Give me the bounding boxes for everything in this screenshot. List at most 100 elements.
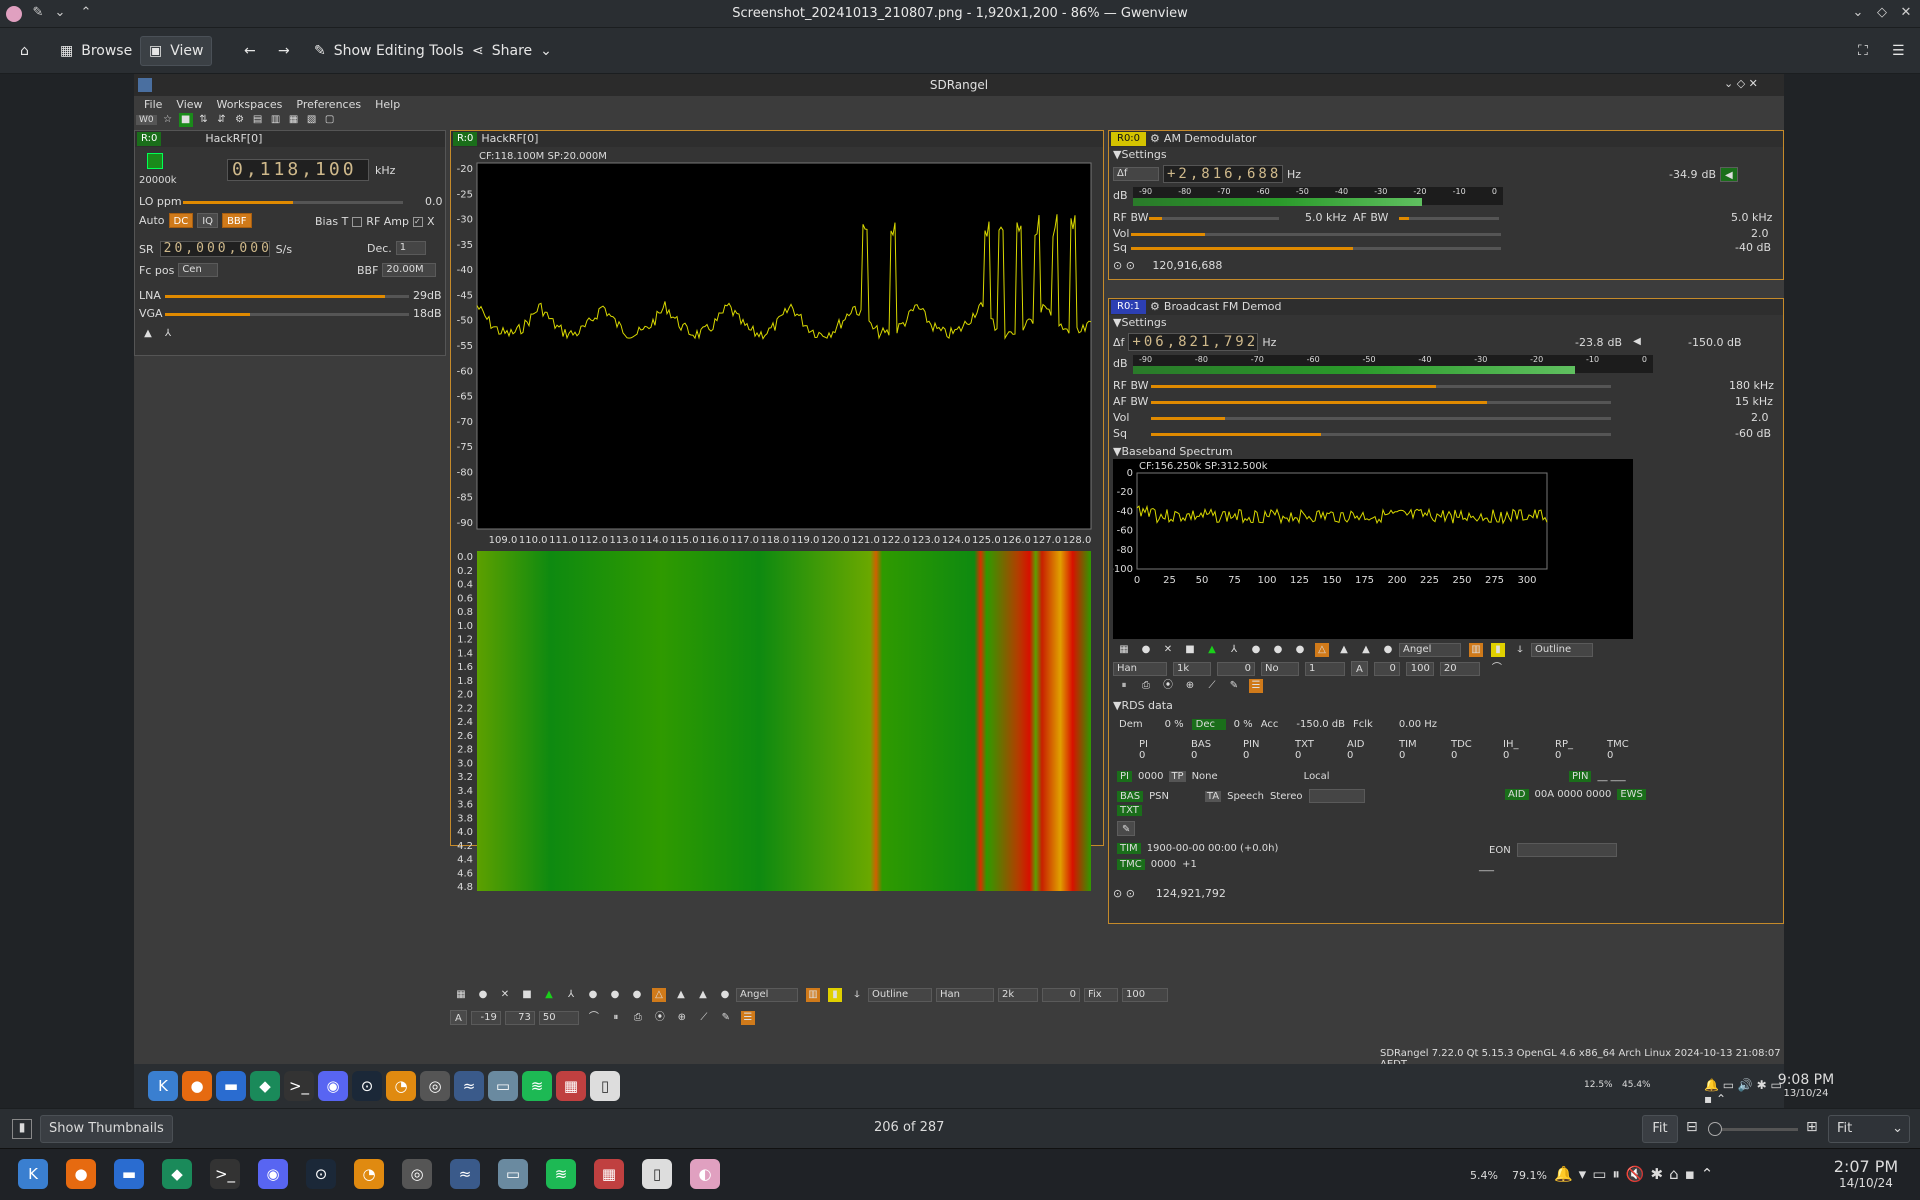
- sdrangel-icon[interactable]: ≈: [450, 1159, 480, 1189]
- rds-clear-icon[interactable]: ✎: [1117, 821, 1136, 836]
- forward-button[interactable]: →: [270, 36, 298, 66]
- antenna-icon[interactable]: ⅄: [1227, 643, 1241, 657]
- hamburger-menu-button[interactable]: ☰: [1884, 36, 1913, 66]
- spotify-icon[interactable]: ≋: [546, 1159, 576, 1189]
- dot3-icon[interactable]: ●: [630, 988, 644, 1002]
- zoom-mode-select[interactable]: Fit ⌄: [1828, 1115, 1910, 1143]
- fm-gear-icon[interactable]: ⚙: [1150, 299, 1160, 315]
- antenna-icon[interactable]: ⅄: [161, 327, 175, 341]
- peak-icon[interactable]: △: [652, 988, 666, 1002]
- circle-icon[interactable]: ●: [1139, 643, 1153, 657]
- grid-toggle-icon[interactable]: ▦: [1117, 643, 1131, 657]
- am-sq-slider[interactable]: [1131, 247, 1501, 250]
- tile-icon[interactable]: ▤: [251, 113, 265, 127]
- waterfall-icon[interactable]: ▥: [1469, 643, 1483, 657]
- iq-button[interactable]: IQ: [197, 213, 219, 228]
- min-icon[interactable]: ▲: [1359, 643, 1373, 657]
- spec-avg-select[interactable]: 50: [538, 1010, 579, 1025]
- am-gear-icon[interactable]: ⚙: [1150, 131, 1160, 147]
- radio-icon[interactable]: ⦿: [653, 1011, 667, 1025]
- black-square-icon[interactable]: ■: [1183, 643, 1197, 657]
- target-icon[interactable]: ⊕: [675, 1011, 689, 1025]
- marker-icon[interactable]: ✎: [1227, 679, 1241, 693]
- bb-window-select[interactable]: Han: [1113, 661, 1167, 676]
- minimize-icon[interactable]: ⌄: [1850, 5, 1866, 20]
- am-df-display[interactable]: +2,816,688: [1163, 165, 1283, 183]
- fm-rfbw-slider[interactable]: [1151, 385, 1611, 388]
- ruler-icon[interactable]: ⟋: [697, 1011, 711, 1025]
- rds-label[interactable]: ▼RDS data: [1113, 699, 1173, 712]
- waterfall-plot[interactable]: 0.0 0.2 0.4 0.6 0.8 1.0 1.2 1.4 1.6 1.8 2.0 2.2 2.4 2…: [455, 549, 1095, 963]
- save-icon[interactable]: ⎙: [631, 1011, 645, 1025]
- inner-firefox-icon[interactable]: ●: [182, 1071, 212, 1101]
- spec-fft-select[interactable]: 2k: [998, 988, 1038, 1002]
- document-icon[interactable]: ▯: [642, 1159, 672, 1189]
- blender-icon[interactable]: ◔: [354, 1159, 384, 1189]
- bbf-select[interactable]: 20.00M: [382, 263, 437, 277]
- circle-icon[interactable]: ●: [476, 988, 490, 1002]
- max-icon[interactable]: ▲: [1337, 643, 1351, 657]
- inner-tray-icons[interactable]: 🔔 ▭ 🔊 ✱ ▭ ▪ ⌃: [1704, 1078, 1784, 1106]
- bb-mode-select[interactable]: Outline: [1531, 643, 1593, 657]
- marker-icon[interactable]: ✎: [719, 1011, 733, 1025]
- menu-help[interactable]: Help: [375, 98, 400, 111]
- inner-app-icon[interactable]: ◆: [250, 1071, 280, 1101]
- bb-ref-spin[interactable]: 0: [1373, 661, 1400, 676]
- discord-icon[interactable]: ◉: [258, 1159, 288, 1189]
- home-button[interactable]: ⌂: [12, 36, 37, 66]
- rds-eon-select[interactable]: [1516, 843, 1617, 857]
- am-rfbw-slider[interactable]: [1149, 217, 1279, 220]
- dc-button[interactable]: DC: [168, 213, 194, 228]
- calendar-icon[interactable]: ▦: [594, 1159, 624, 1189]
- inner-calendar-icon[interactable]: ▦: [556, 1071, 586, 1101]
- list-icon[interactable]: ☰: [740, 1010, 755, 1025]
- baseband-svg[interactable]: CF:156.250k SP:312.500k 0 -20 -40 -60 -80 -100…: [1110, 459, 1633, 639]
- spec-fix-select[interactable]: Fix: [1084, 988, 1118, 1002]
- center-frequency-display[interactable]: 0,118,100: [227, 159, 369, 181]
- pause-icon[interactable]: ⏸: [1117, 679, 1131, 693]
- cross-icon[interactable]: ✕: [498, 988, 512, 1002]
- pause-icon[interactable]: ⏸: [609, 1011, 623, 1025]
- cascade-icon[interactable]: ▥: [269, 113, 283, 127]
- dot1-icon[interactable]: ●: [586, 988, 600, 1002]
- inner-doc-icon[interactable]: ▯: [590, 1071, 620, 1101]
- grid-icon[interactable]: ▦: [454, 988, 468, 1002]
- add-feature-icon[interactable]: ⚙: [233, 113, 247, 127]
- antenna-icon[interactable]: ⅄: [564, 988, 578, 1002]
- inner-kde-icon[interactable]: K: [148, 1071, 178, 1101]
- spectrum-plot[interactable]: CF:118.100M SP:20.000M -20 -25 -30 -35 -40 -45…: [455, 149, 1095, 546]
- menu-file[interactable]: File: [144, 98, 162, 111]
- spec-a-button[interactable]: A: [450, 1010, 467, 1025]
- spec-window-select[interactable]: Han: [936, 988, 994, 1002]
- bb-ofs-spin[interactable]: 0: [1217, 661, 1255, 676]
- curve-icon[interactable]: ⌒: [1490, 662, 1504, 676]
- share-button[interactable]: ⋖ Share ⌄: [464, 36, 560, 66]
- inner-steam-icon[interactable]: ⊙: [352, 1071, 382, 1101]
- lna-slider[interactable]: [165, 295, 409, 298]
- hold-icon[interactable]: ●: [718, 988, 732, 1002]
- dot3-icon[interactable]: ●: [1293, 643, 1307, 657]
- spectrum-svg[interactable]: CF:118.100M SP:20.000M -20 -25 -30 -35 -40 -45…: [455, 149, 1095, 546]
- inner-blender-icon[interactable]: ◔: [386, 1071, 416, 1101]
- spec-mode-select[interactable]: Outline: [868, 988, 932, 1002]
- bb-a-button[interactable]: A: [1351, 661, 1368, 676]
- black-square-icon[interactable]: ■: [520, 988, 534, 1002]
- save-icon[interactable]: ⎙: [1139, 679, 1153, 693]
- ruler-icon[interactable]: ⟋: [1205, 679, 1219, 693]
- am-vol-slider[interactable]: [1131, 233, 1501, 236]
- bb-fft-select[interactable]: 1k: [1173, 661, 1211, 676]
- add-rx-icon[interactable]: ■: [178, 113, 193, 127]
- system-tray-icons[interactable]: 🔔▾▭⏸🔇✱⌂▪⌃: [1554, 1165, 1719, 1183]
- fm-sq-slider[interactable]: [1151, 433, 1611, 436]
- vga-slider[interactable]: [165, 313, 409, 316]
- histogram-icon[interactable]: ↆ: [850, 988, 864, 1002]
- start-stop-button[interactable]: [147, 153, 163, 169]
- inner-app2-icon[interactable]: ◎: [420, 1071, 450, 1101]
- inner-files-icon[interactable]: ▬: [216, 1071, 246, 1101]
- app-icon[interactable]: ◆: [162, 1159, 192, 1189]
- terminal-icon[interactable]: >_: [210, 1159, 240, 1189]
- zoom-in-icon[interactable]: ⊞: [1806, 1119, 1818, 1135]
- waterfall-svg[interactable]: 0.0 0.2 0.4 0.6 0.8 1.0 1.2 1.4 1.6 1.8 2.0 2.2 2.4 2…: [455, 549, 1095, 963]
- am-audio-mute-icon[interactable]: ◀: [1720, 167, 1738, 182]
- add-tx-icon[interactable]: ⇅: [197, 113, 211, 127]
